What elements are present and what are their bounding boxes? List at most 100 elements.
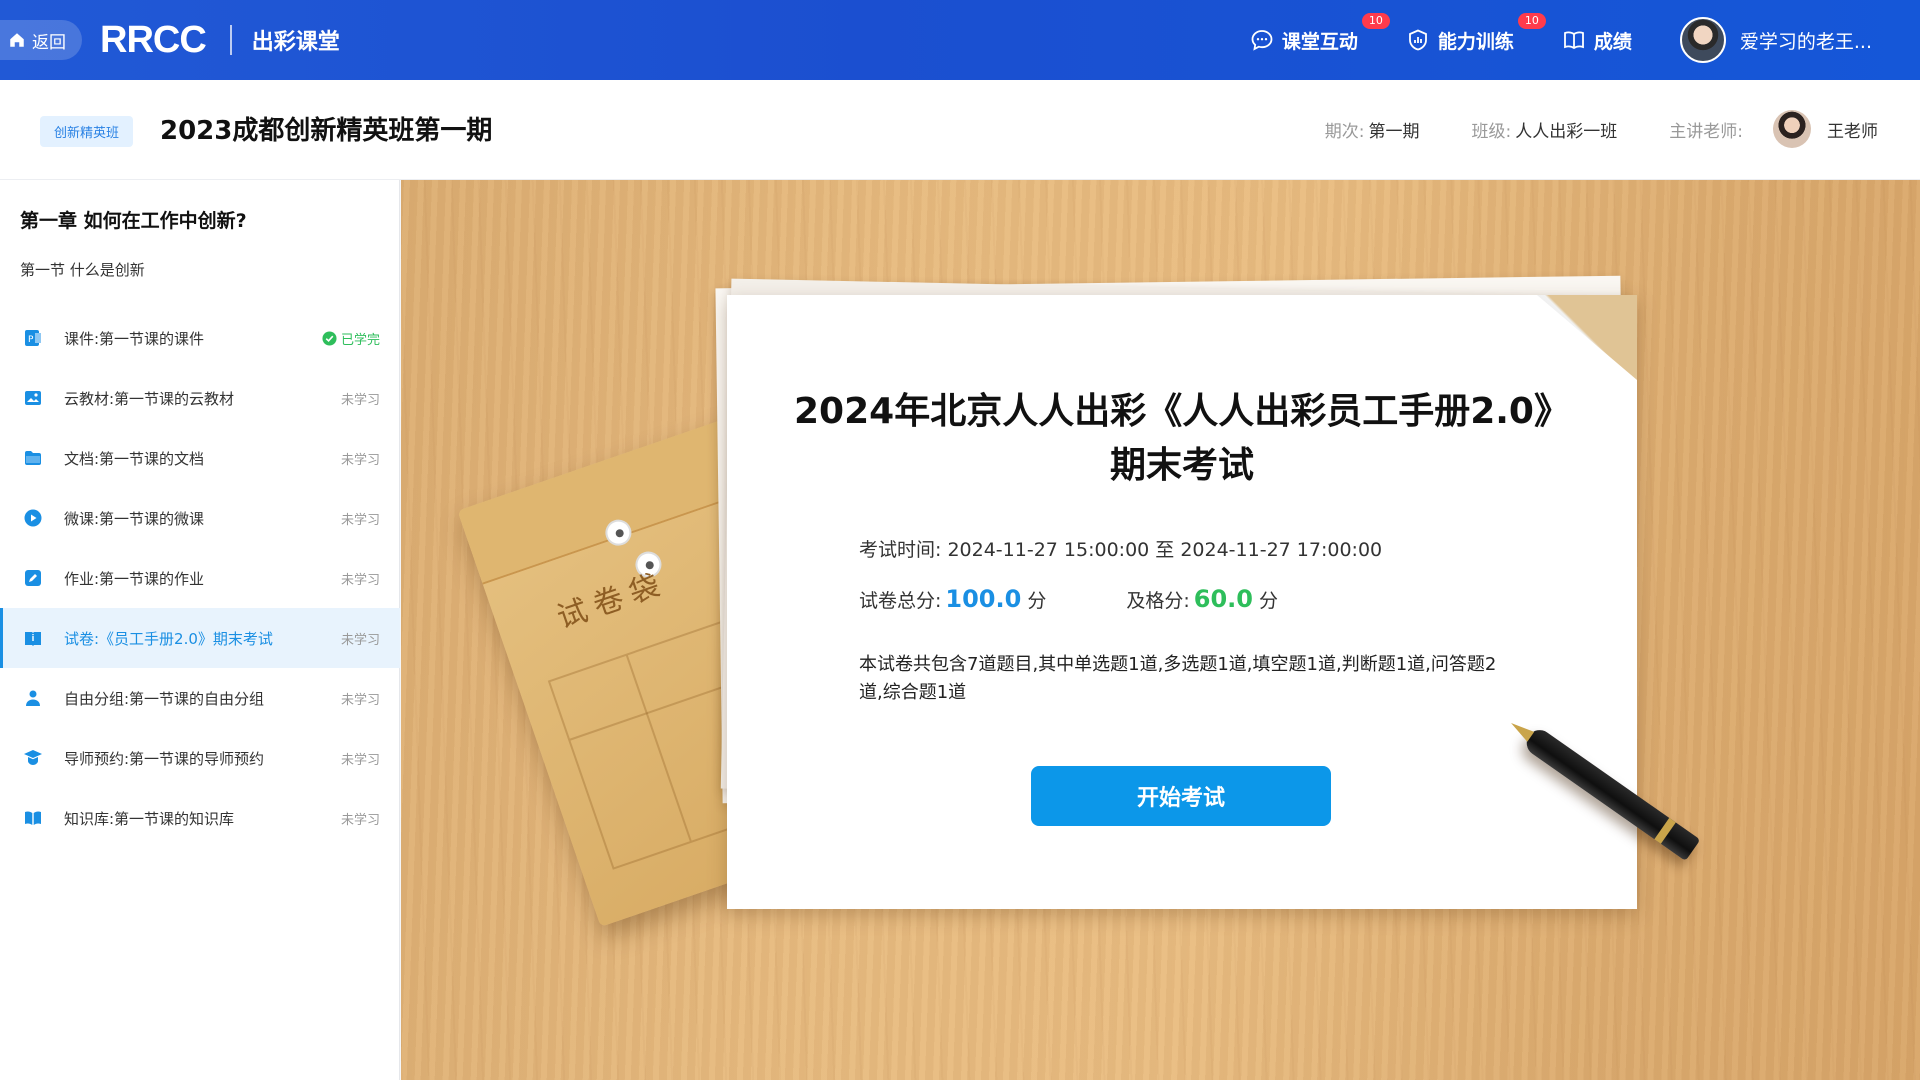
back-label: 返回 bbox=[32, 32, 66, 53]
exam-description: 本试卷共包含7道题目,其中单选题1道,多选题1道,填空题1道,判断题1道,问答题… bbox=[859, 654, 1497, 703]
user-name: 爱学习的老王... bbox=[1739, 30, 1872, 53]
score-unit: 分 bbox=[1027, 590, 1047, 612]
exam-title-line1: 2024年北京人人出彩《人人出彩员工手册2.0》 bbox=[794, 391, 1570, 432]
status-text: 未学习 bbox=[340, 392, 380, 408]
class-label: 班级: bbox=[1471, 121, 1512, 142]
nav-skill-training[interactable]: 能力训练 10 bbox=[1406, 12, 1546, 54]
total-score-label: 试卷总分: bbox=[859, 590, 942, 612]
course-sidebar: 第一章 如何在工作中创新? 第一节 什么是创新 P 课件:第一节课的课件 已学完… bbox=[0, 180, 400, 1080]
lesson-label: 试卷:《员工手册2.0》期末考试 bbox=[64, 629, 273, 648]
exam-title-line2: 期末考试 bbox=[1109, 445, 1254, 486]
exam-card: 2024年北京人人出彩《人人出彩员工手册2.0》 期末考试 考试时间: 2024… bbox=[727, 295, 1637, 1080]
page-curl bbox=[1537, 295, 1637, 380]
lesson-label: 作业:第一节课的作业 bbox=[64, 569, 205, 588]
nav-scores[interactable]: 成绩 bbox=[1562, 27, 1632, 54]
shield-chart-icon bbox=[1408, 29, 1427, 51]
status-completed: 已学完 bbox=[322, 329, 380, 348]
top-navbar: 返回 RRCC 出彩课堂 课堂互动 10 能力训练 10 成绩 爱学习的老王..… bbox=[0, 0, 1920, 80]
period-value: 第一期 bbox=[1368, 121, 1420, 142]
course-period: 期次: 第一期 bbox=[1325, 117, 1420, 142]
play-icon bbox=[22, 507, 44, 529]
total-score-value: 100.0 bbox=[945, 585, 1022, 613]
logo-mark: RRCC bbox=[100, 18, 207, 61]
course-header: 创新精英班 2023成都创新精英班第一期 期次: 第一期 班级: 人人出彩一班 … bbox=[0, 80, 1920, 180]
section-title: 第一节 什么是创新 bbox=[20, 261, 145, 279]
notification-badge: 10 bbox=[1517, 12, 1546, 29]
status-text: 未学习 bbox=[340, 752, 380, 768]
lesson-label: 导师预约:第一节课的导师预约 bbox=[64, 749, 265, 768]
folder-icon bbox=[22, 447, 44, 469]
exam-sheet: 2024年北京人人出彩《人人出彩员工手册2.0》 期末考试 考试时间: 2024… bbox=[727, 295, 1637, 909]
lesson-item-homework[interactable]: 作业:第一节课的作业 未学习 bbox=[0, 548, 400, 608]
nav-classroom-interaction[interactable]: 课堂互动 10 bbox=[1250, 12, 1390, 54]
check-circle-icon bbox=[322, 330, 337, 346]
exam-icon bbox=[22, 627, 44, 649]
lesson-list: P 课件:第一节课的课件 已学完 云教材:第一节课的云教材 未学习 文档:第一节… bbox=[0, 308, 400, 848]
image-icon bbox=[22, 387, 44, 409]
nav-label: 课堂互动 bbox=[1281, 30, 1358, 53]
back-button[interactable]: 返回 bbox=[0, 20, 82, 60]
status-text: 未学习 bbox=[340, 572, 380, 588]
course-tag: 创新精英班 bbox=[40, 116, 134, 147]
exam-title: 2024年北京人人出彩《人人出彩员工手册2.0》 期末考试 bbox=[727, 385, 1637, 493]
exam-scores: 试卷总分: 100.0 分 及格分: 60.0 分 bbox=[859, 585, 1278, 613]
lesson-label: 云教材:第一节课的云教材 bbox=[64, 389, 235, 408]
course-meta: 期次: 第一期 班级: 人人出彩一班 主讲老师: 王老师 bbox=[1273, 110, 1878, 148]
lesson-label: 自由分组:第一节课的自由分组 bbox=[64, 689, 265, 708]
lesson-label: 文档:第一节课的文档 bbox=[64, 449, 205, 468]
lesson-item-document[interactable]: 文档:第一节课的文档 未学习 bbox=[0, 428, 400, 488]
nav-label: 成绩 bbox=[1593, 30, 1632, 53]
user-avatar bbox=[1679, 17, 1726, 63]
open-book-icon bbox=[1563, 31, 1584, 50]
lesson-item-courseware[interactable]: P 课件:第一节课的课件 已学完 bbox=[0, 308, 400, 368]
logo[interactable]: RRCC 出彩课堂 bbox=[100, 18, 340, 61]
teacher-avatar bbox=[1773, 110, 1811, 148]
lesson-item-free-grouping[interactable]: 自由分组:第一节课的自由分组 未学习 bbox=[0, 668, 400, 728]
status-text: 未学习 bbox=[340, 632, 380, 648]
chat-bubble-icon bbox=[1251, 30, 1273, 51]
lesson-item-knowledge-base[interactable]: 知识库:第一节课的知识库 未学习 bbox=[0, 788, 400, 848]
score-unit: 分 bbox=[1258, 590, 1278, 612]
pass-score-value: 60.0 bbox=[1193, 585, 1253, 613]
lesson-item-micro-lesson[interactable]: 微课:第一节课的微课 未学习 bbox=[0, 488, 400, 548]
nav-label: 能力训练 bbox=[1437, 30, 1514, 53]
chapter-title: 第一章 如何在工作中创新? bbox=[20, 210, 247, 232]
status-text: 已学完 bbox=[340, 332, 380, 348]
exam-time-value: 2024-11-27 15:00:00 至 2024-11-27 17:00:0… bbox=[947, 539, 1383, 561]
status-text: 未学习 bbox=[340, 812, 380, 828]
user-menu[interactable]: 爱学习的老王... bbox=[1679, 17, 1872, 63]
svg-text:P: P bbox=[28, 335, 34, 345]
exam-stage: 试卷袋 2024年北京人人出彩《人人出彩员工手册2.0》 期末考试 考试时间: … bbox=[401, 180, 1920, 1080]
status-text: 未学习 bbox=[340, 452, 380, 468]
teacher-value: 王老师 bbox=[1827, 121, 1878, 142]
notification-badge: 10 bbox=[1361, 12, 1390, 29]
envelope-label: 试卷袋 bbox=[552, 565, 672, 636]
status-text: 未学习 bbox=[340, 692, 380, 708]
exam-time-label: 考试时间: bbox=[859, 539, 942, 561]
lesson-label: 课件:第一节课的课件 bbox=[64, 329, 205, 348]
lesson-label: 微课:第一节课的微课 bbox=[64, 509, 205, 528]
top-nav: 课堂互动 10 能力训练 10 成绩 爱学习的老王... bbox=[1250, 0, 1920, 80]
course-teacher: 主讲老师: 王老师 bbox=[1669, 110, 1878, 148]
pass-score-label: 及格分: bbox=[1126, 590, 1190, 612]
home-icon bbox=[10, 33, 24, 47]
logo-divider bbox=[229, 25, 232, 55]
mentor-icon bbox=[22, 747, 44, 769]
logo-subtitle: 出彩课堂 bbox=[251, 30, 340, 55]
ppt-icon: P bbox=[22, 327, 44, 349]
lesson-item-cloud-textbook[interactable]: 云教材:第一节课的云教材 未学习 bbox=[0, 368, 400, 428]
start-exam-button[interactable]: 开始考试 bbox=[1031, 766, 1331, 826]
lesson-item-mentor-booking[interactable]: 导师预约:第一节课的导师预约 未学习 bbox=[0, 728, 400, 788]
lesson-label: 知识库:第一节课的知识库 bbox=[64, 809, 235, 828]
class-value: 人人出彩一班 bbox=[1515, 121, 1618, 142]
status-text: 未学习 bbox=[340, 512, 380, 528]
lesson-item-exam[interactable]: 试卷:《员工手册2.0》期末考试 未学习 bbox=[0, 608, 400, 668]
group-icon bbox=[22, 687, 44, 709]
edit-icon bbox=[22, 567, 44, 589]
course-title: 2023成都创新精英班第一期 bbox=[160, 116, 493, 146]
course-class: 班级: 人人出彩一班 bbox=[1472, 117, 1618, 142]
exam-time: 考试时间: 2024-11-27 15:00:00 至 2024-11-27 1… bbox=[859, 535, 1382, 562]
book-icon bbox=[22, 807, 44, 829]
teacher-label: 主讲老师: bbox=[1669, 121, 1743, 142]
period-label: 期次: bbox=[1324, 121, 1365, 142]
